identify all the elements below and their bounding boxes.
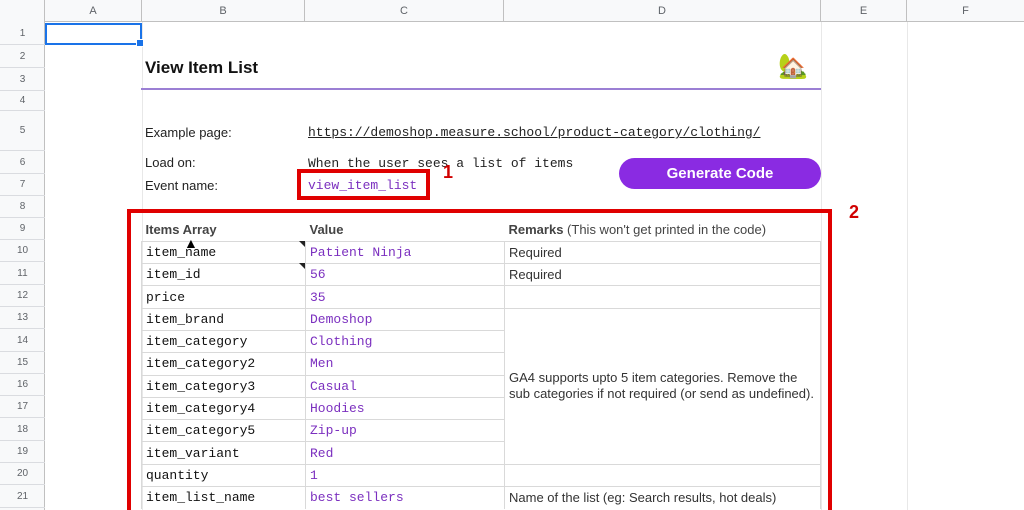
- row-header[interactable]: 7: [0, 174, 45, 196]
- annotation-badge-2: 2: [849, 202, 860, 222]
- item-value-cell[interactable]: 56: [305, 263, 505, 286]
- row-header[interactable]: 14: [0, 329, 45, 352]
- items-array-header: Items Array: [145, 222, 217, 238]
- row-header-column: 1 2 3 4 5 6 7 8 9 10 11 12 13 14 15 16 1…: [0, 22, 45, 510]
- row-header[interactable]: 1: [0, 22, 45, 45]
- item-value-cell[interactable]: Clothing: [305, 329, 505, 353]
- row-header[interactable]: 16: [0, 374, 45, 396]
- row-header[interactable]: 15: [0, 352, 45, 374]
- row-header[interactable]: 10: [0, 240, 45, 262]
- item-name-cell[interactable]: quantity: [141, 463, 306, 487]
- gridline: [907, 22, 908, 510]
- row-header[interactable]: 2: [0, 45, 45, 68]
- table-row: price 35: [141, 285, 821, 309]
- column-header-d[interactable]: D: [504, 0, 821, 22]
- row-header[interactable]: 8: [0, 196, 45, 218]
- items-array-table: Items Array Value Remarks (This won't ge…: [141, 219, 821, 509]
- item-name-cell[interactable]: price: [141, 285, 306, 309]
- item-name-cell[interactable]: item_category3: [141, 374, 306, 398]
- example-page-url[interactable]: https://demoshop.measure.school/product-…: [308, 125, 760, 140]
- cell-note-indicator[interactable]: [299, 263, 305, 269]
- row-header[interactable]: 5: [0, 111, 45, 151]
- item-remark-cell[interactable]: Required: [504, 240, 821, 264]
- item-name-cell[interactable]: item_category4: [141, 396, 306, 420]
- house-icon: 🏡: [778, 53, 808, 80]
- table-row: item_brand Demoshop GA4 supports upto 5 …: [141, 307, 821, 465]
- table-header-row: Items Array Value Remarks (This won't ge…: [142, 219, 821, 241]
- example-page-label: Example page:: [145, 125, 232, 140]
- item-name-cell[interactable]: item_list_name: [141, 486, 306, 509]
- table-row: item_name Patient Ninja Required: [141, 240, 821, 264]
- remarks-header-bold: Remarks: [508, 222, 564, 238]
- row-header[interactable]: 18: [0, 418, 45, 441]
- column-header-e[interactable]: E: [821, 0, 907, 22]
- item-value-cell[interactable]: Casual: [305, 374, 505, 398]
- item-value-cell[interactable]: Zip-up: [305, 419, 505, 442]
- item-name-cell[interactable]: item_name: [141, 240, 306, 264]
- item-value-cell[interactable]: Red: [305, 441, 505, 465]
- row-header[interactable]: 4: [0, 91, 45, 111]
- item-remark-cell[interactable]: Required: [504, 263, 821, 286]
- item-name-cell[interactable]: item_id: [141, 263, 306, 286]
- table-row: item_list_name best sellers Name of the …: [141, 486, 821, 509]
- item-name-cell[interactable]: item_brand: [141, 307, 306, 331]
- row-header[interactable]: 17: [0, 396, 45, 418]
- select-all-corner[interactable]: [0, 0, 45, 22]
- item-value-cell[interactable]: Patient Ninja: [305, 240, 505, 264]
- row-header[interactable]: 12: [0, 285, 45, 307]
- row-header[interactable]: 19: [0, 441, 45, 463]
- item-remark-cell[interactable]: [504, 285, 821, 309]
- column-header-a[interactable]: A: [45, 0, 142, 22]
- cell-note-indicator[interactable]: [299, 241, 305, 247]
- event-name-value[interactable]: view_item_list: [308, 178, 417, 193]
- item-remark-cell[interactable]: Name of the list (eg: Search results, ho…: [504, 486, 821, 509]
- row-header[interactable]: 20: [0, 463, 45, 485]
- item-name-cell[interactable]: item_category: [141, 329, 306, 353]
- item-value-cell[interactable]: Men: [305, 352, 505, 376]
- row-header[interactable]: 21: [0, 485, 45, 508]
- row-header[interactable]: 11: [0, 262, 45, 285]
- row-header[interactable]: 6: [0, 151, 45, 174]
- event-name-label: Event name:: [145, 178, 218, 193]
- item-value-cell[interactable]: best sellers: [305, 486, 505, 509]
- generate-code-button[interactable]: Generate Code: [619, 158, 821, 189]
- item-value-cell[interactable]: Hoodies: [305, 396, 505, 420]
- item-value-cell[interactable]: Demoshop: [305, 307, 505, 331]
- item-value-cell[interactable]: 1: [305, 463, 505, 487]
- active-cell-a1[interactable]: [45, 23, 144, 47]
- table-row: item_id 56 Required: [141, 263, 821, 286]
- remarks-header-note: (This won't get printed in the code): [563, 222, 767, 238]
- row-header[interactable]: 9: [0, 218, 45, 240]
- value-header: Value: [309, 222, 344, 238]
- title-divider: [141, 88, 821, 90]
- item-name-cell[interactable]: item_category5: [141, 419, 306, 442]
- item-name-cell[interactable]: item_category2: [141, 352, 306, 376]
- annotation-badge-1: 1: [443, 162, 454, 182]
- mouse-cursor-icon: ▲: [184, 235, 198, 251]
- row-header[interactable]: 13: [0, 307, 45, 329]
- item-remark-cell[interactable]: [504, 463, 821, 487]
- column-header-f[interactable]: F: [907, 0, 1024, 22]
- item-name-cell[interactable]: item_variant: [141, 441, 306, 465]
- load-on-label: Load on:: [145, 155, 196, 170]
- item-value-cell[interactable]: 35: [305, 285, 505, 309]
- page-title: View Item List: [145, 58, 259, 77]
- column-header-b[interactable]: B: [142, 0, 305, 22]
- column-header-c[interactable]: C: [305, 0, 504, 22]
- remarks-header: Remarks (This won't get printed in the c…: [505, 219, 821, 241]
- category-remark-cell[interactable]: GA4 supports upto 5 item categories. Rem…: [504, 307, 821, 465]
- table-row: quantity 1: [141, 463, 821, 487]
- row-header[interactable]: 3: [0, 68, 45, 91]
